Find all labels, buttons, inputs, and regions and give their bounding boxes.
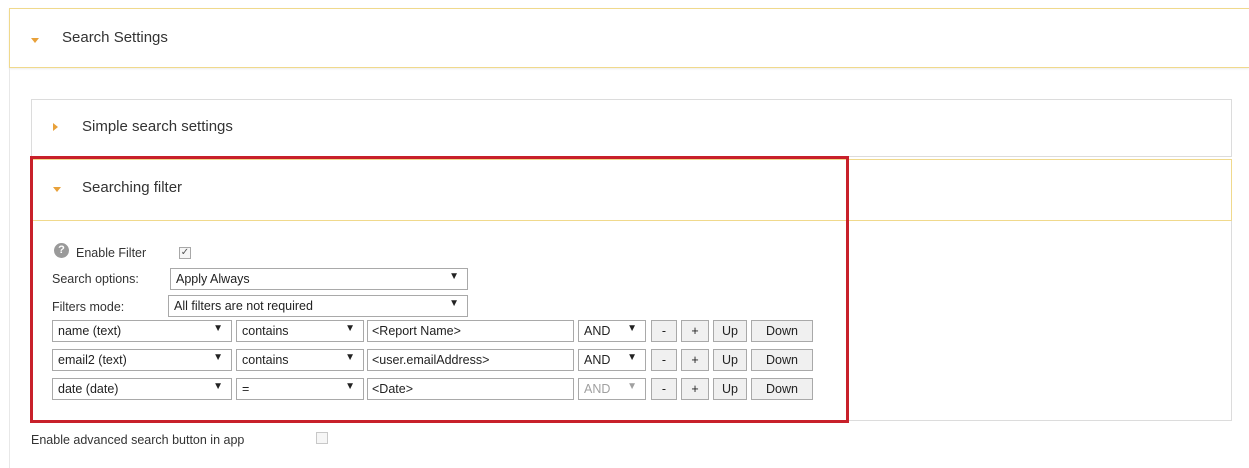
filter-logic-value: AND <box>584 382 611 396</box>
chevron-down-icon: ▼ <box>213 323 223 334</box>
move-up-button[interactable]: Up <box>713 320 747 342</box>
filter-field-select[interactable]: date (date) ▼ <box>52 378 232 400</box>
chevron-down-icon: ▼ <box>345 352 355 363</box>
collapse-arrow-icon <box>53 123 58 131</box>
filter-logic-select: AND ▼ <box>578 378 646 400</box>
filter-operator-select[interactable]: = ▼ <box>236 378 364 400</box>
filter-value-input[interactable]: <user.emailAddress> <box>367 349 574 371</box>
search-settings-header[interactable]: Search Settings <box>9 8 1249 68</box>
chevron-down-icon: ▼ <box>345 381 355 392</box>
chevron-down-icon: ▼ <box>449 271 459 282</box>
remove-filter-button[interactable]: - <box>651 320 677 342</box>
chevron-down-icon: ▼ <box>213 381 223 392</box>
check-icon: ✓ <box>180 247 190 258</box>
chevron-down-icon: ▼ <box>345 323 355 334</box>
filter-field-value: name (text) <box>58 324 122 338</box>
filter-logic-value: AND <box>584 324 611 338</box>
filter-field-select[interactable]: email2 (text) ▼ <box>52 349 232 371</box>
chevron-down-icon: ▼ <box>449 298 459 309</box>
remove-filter-button[interactable]: - <box>651 378 677 400</box>
filter-value-input[interactable]: <Report Name> <box>367 320 574 342</box>
filter-logic-select[interactable]: AND ▼ <box>578 349 646 371</box>
filter-operator-value: = <box>242 382 250 396</box>
filter-value-input[interactable]: <Date> <box>367 378 574 400</box>
filter-operator-select[interactable]: contains ▼ <box>236 320 364 342</box>
remove-filter-button[interactable]: - <box>651 349 677 371</box>
advanced-search-checkbox[interactable] <box>316 432 328 444</box>
expand-arrow-icon <box>31 38 39 43</box>
add-filter-button[interactable]: + <box>681 320 709 342</box>
searching-filter-title: Searching filter <box>82 179 183 196</box>
filter-value-text: <user.emailAddress> <box>372 353 490 367</box>
move-up-button[interactable]: Up <box>713 349 747 371</box>
move-up-button[interactable]: Up <box>713 378 747 400</box>
expand-arrow-icon <box>53 187 61 192</box>
filter-field-value: date (date) <box>58 382 119 396</box>
add-filter-button[interactable]: + <box>681 378 709 400</box>
simple-search-settings-title: Simple search settings <box>82 118 233 135</box>
chevron-down-icon: ▼ <box>627 323 637 334</box>
filter-operator-value: contains <box>242 324 289 338</box>
filter-field-value: email2 (text) <box>58 353 127 367</box>
move-down-button[interactable]: Down <box>751 378 813 400</box>
advanced-search-label: Enable advanced search button in app <box>31 433 245 447</box>
search-options-label: Search options: <box>52 272 139 286</box>
move-down-button[interactable]: Down <box>751 320 813 342</box>
filter-logic-value: AND <box>584 353 611 367</box>
chevron-down-icon: ▼ <box>627 381 637 392</box>
move-down-button[interactable]: Down <box>751 349 813 371</box>
filter-logic-select[interactable]: AND ▼ <box>578 320 646 342</box>
help-icon[interactable]: ? <box>54 243 69 258</box>
enable-filter-label: Enable Filter <box>76 246 147 260</box>
search-options-select[interactable]: Apply Always ▼ <box>170 268 468 290</box>
filter-operator-select[interactable]: contains ▼ <box>236 349 364 371</box>
search-options-value: Apply Always <box>176 272 250 286</box>
add-filter-button[interactable]: + <box>681 349 709 371</box>
chevron-down-icon: ▼ <box>627 352 637 363</box>
filter-operator-value: contains <box>242 353 289 367</box>
filter-value-text: <Date> <box>372 382 414 396</box>
filters-mode-label: Filters mode: <box>52 300 125 314</box>
filters-mode-value: All filters are not required <box>174 299 313 313</box>
search-settings-title: Search Settings <box>62 29 168 46</box>
enable-filter-checkbox[interactable]: ✓ <box>179 247 191 259</box>
filters-mode-select[interactable]: All filters are not required ▼ <box>168 295 468 317</box>
searching-filter-header[interactable]: Searching filter <box>31 159 1232 221</box>
filter-value-text: <Report Name> <box>372 324 461 338</box>
chevron-down-icon: ▼ <box>213 352 223 363</box>
simple-search-settings-header[interactable]: Simple search settings <box>31 99 1232 157</box>
filter-field-select[interactable]: name (text) ▼ <box>52 320 232 342</box>
